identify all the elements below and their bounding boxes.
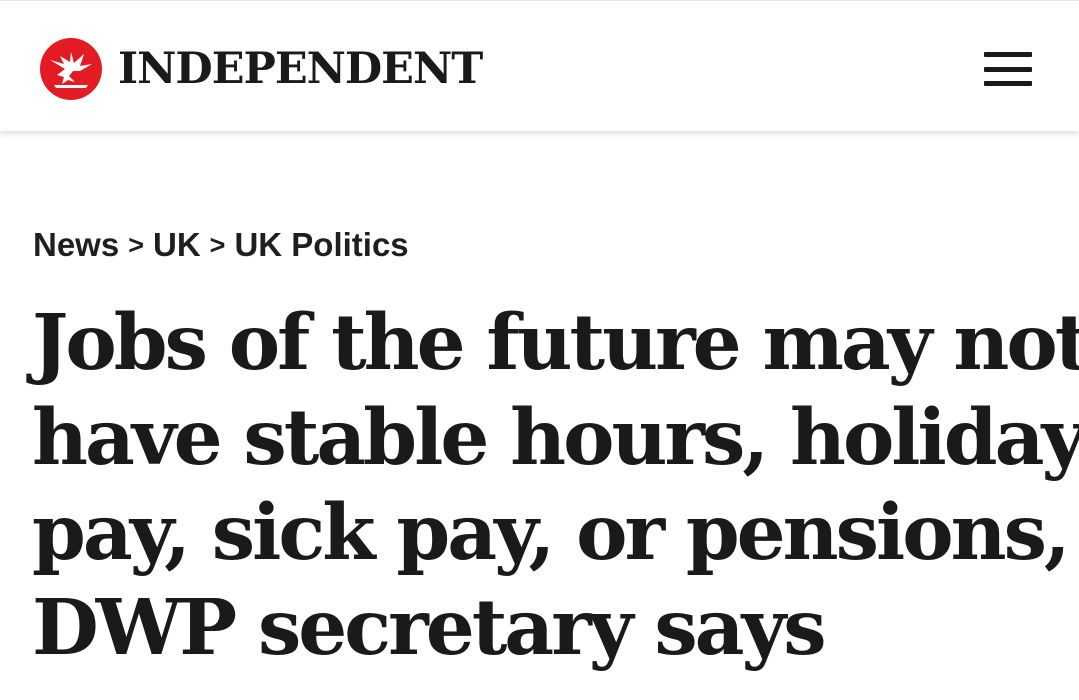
breadcrumb: News > UK > UK Politics [33,226,409,264]
headline-line: have stable hours, holiday [32,393,1079,483]
headline-line: DWP secretary says [32,583,827,673]
eagle-logo-icon [40,38,102,100]
headline-line: pay, sick pay, or pensions, [32,488,1071,578]
article-headline: Jobs of the future may not have stable h… [32,296,1079,676]
breadcrumb-separator: > [128,229,144,260]
breadcrumb-uk-politics[interactable]: UK Politics [234,226,408,264]
site-header: INDEPENDENT [0,0,1079,131]
hamburger-menu-icon[interactable] [980,49,1036,89]
breadcrumb-uk[interactable]: UK [153,226,201,264]
site-logo-link[interactable]: INDEPENDENT [40,37,483,101]
breadcrumb-news[interactable]: News [33,226,119,264]
brand-wordmark: INDEPENDENT [118,43,483,94]
menu-bar [984,81,1032,86]
headline-line: Jobs of the future may not [32,298,1079,388]
breadcrumb-separator: > [209,229,226,260]
menu-bar [984,66,1032,72]
menu-bar [984,52,1032,57]
